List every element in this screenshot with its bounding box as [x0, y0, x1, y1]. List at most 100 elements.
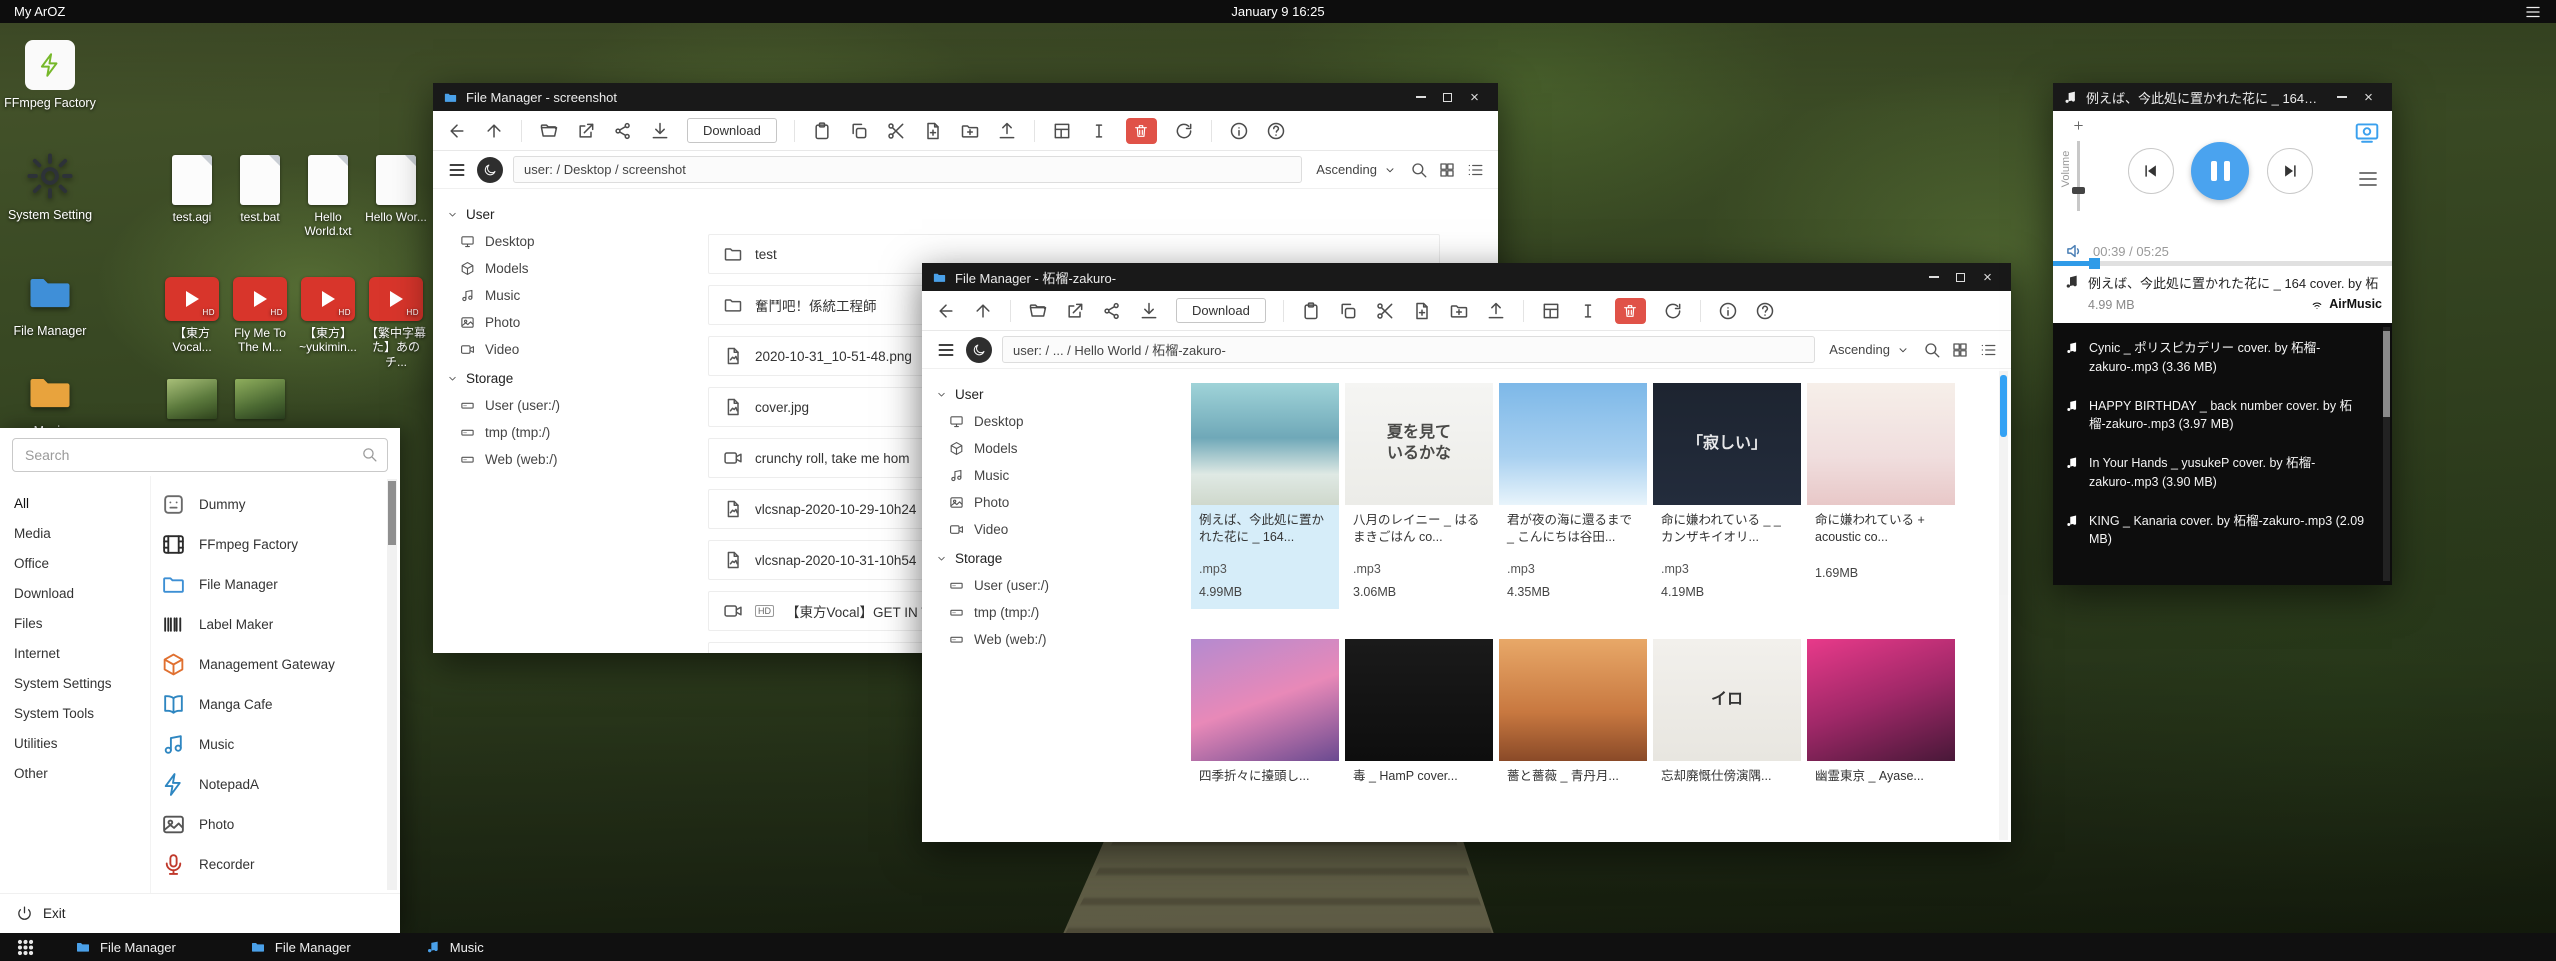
minimize-button[interactable] — [1407, 83, 1434, 111]
topbar-menu-icon[interactable] — [2524, 3, 2542, 21]
info-icon[interactable] — [1229, 121, 1249, 141]
up-button[interactable] — [484, 121, 504, 141]
category-item[interactable]: System Settings — [14, 668, 150, 698]
volume-up-button[interactable] — [2072, 119, 2085, 132]
upload-icon[interactable] — [997, 121, 1017, 141]
titlebar[interactable]: File Manager - 柘榴-zakuro- × — [922, 263, 2011, 291]
sidebar-item[interactable]: Music — [447, 282, 694, 309]
new-file-icon[interactable] — [923, 121, 943, 141]
rename-icon[interactable] — [1089, 121, 1109, 141]
sidebar-item[interactable]: Music — [936, 462, 1183, 489]
close-button[interactable]: × — [1461, 83, 1488, 111]
refresh-icon[interactable] — [1663, 301, 1683, 321]
playlist-scrollbar[interactable] — [2383, 327, 2390, 581]
copy-icon[interactable] — [849, 121, 869, 141]
refresh-icon[interactable] — [1174, 121, 1194, 141]
file-tile[interactable]: 四季折々に擡頭し... — [1191, 639, 1339, 823]
sidebar-item[interactable]: User (user:/) — [936, 572, 1183, 599]
desktop-video-file[interactable]: HD 【東方Vocal... — [160, 277, 224, 369]
app-item[interactable]: NotepadA — [161, 764, 386, 804]
paste-icon[interactable] — [1301, 301, 1321, 321]
breadcrumb[interactable]: user: / Desktop / screenshot — [513, 156, 1302, 183]
desktop-media-file[interactable] — [228, 379, 292, 419]
sidebar-section-user[interactable]: User — [936, 387, 1183, 402]
desktop-media-file[interactable] — [160, 379, 224, 419]
theme-toggle-button[interactable] — [966, 337, 992, 363]
titlebar[interactable]: File Manager - screenshot × — [433, 83, 1498, 111]
sort-dropdown[interactable]: Ascending — [1825, 342, 1913, 357]
sidebar-item[interactable]: User (user:/) — [447, 392, 694, 419]
exit-button[interactable]: Exit — [0, 893, 400, 933]
properties-icon[interactable] — [1052, 121, 1072, 141]
category-item[interactable]: Internet — [14, 638, 150, 668]
app-item[interactable]: Photo — [161, 804, 386, 844]
maximize-button[interactable] — [1434, 83, 1461, 111]
player-menu-button[interactable] — [2356, 167, 2380, 191]
app-item[interactable]: Recorder — [161, 844, 386, 884]
info-icon[interactable] — [1718, 301, 1738, 321]
desktop-video-file[interactable]: HD Fly Me To The M... — [228, 277, 292, 369]
file-tile[interactable]: 毒 _ HamP cover... — [1345, 639, 1493, 823]
grid-scrollbar[interactable] — [1999, 371, 2008, 840]
sidebar-item[interactable]: tmp (tmp:/) — [447, 419, 694, 446]
grid-view-icon[interactable] — [1438, 161, 1456, 179]
rename-icon[interactable] — [1578, 301, 1598, 321]
sidebar-section-storage[interactable]: Storage — [447, 371, 694, 386]
next-button[interactable] — [2267, 148, 2313, 194]
desktop-media-file[interactable] — [296, 379, 360, 419]
desktop-shortcut-ffmpeg[interactable]: FFmpeg Factory — [3, 40, 97, 112]
category-item[interactable]: Utilities — [14, 728, 150, 758]
file-tile[interactable]: 夏を見て いるかな 八月のレイニー _ はるまきごはん co... .mp3 3… — [1345, 383, 1493, 609]
category-item[interactable]: Office — [14, 548, 150, 578]
sidebar-item[interactable]: Photo — [447, 309, 694, 336]
sidebar-item[interactable]: Desktop — [936, 408, 1183, 435]
category-item[interactable]: Other — [14, 758, 150, 788]
new-folder-icon[interactable] — [960, 121, 980, 141]
sidebar-item[interactable]: Web (web:/) — [936, 626, 1183, 653]
desktop-video-file[interactable]: HD 【繁中字幕た】あのチ... — [364, 277, 428, 369]
sidebar-toggle-icon[interactable] — [447, 160, 467, 180]
taskbar-task[interactable]: File Manager — [61, 933, 190, 961]
download-button[interactable]: Download — [687, 118, 777, 143]
app-item[interactable]: Management Gateway — [161, 644, 386, 684]
category-item[interactable]: Media — [14, 518, 150, 548]
open-icon[interactable] — [539, 121, 559, 141]
app-item[interactable]: System Setting — [161, 884, 386, 893]
app-item[interactable]: File Manager — [161, 564, 386, 604]
pause-button[interactable] — [2191, 142, 2249, 200]
share-icon[interactable] — [613, 121, 633, 141]
category-item[interactable]: System Tools — [14, 698, 150, 728]
search-input[interactable] — [12, 438, 388, 472]
sidebar-item[interactable]: Desktop — [447, 228, 694, 255]
search-icon[interactable] — [1410, 161, 1428, 179]
file-tile[interactable]: 例えば、今此処に置かれた花に _ 164... .mp3 4.99MB — [1191, 383, 1339, 609]
open-in-new-icon[interactable] — [576, 121, 596, 141]
seek-bar[interactable] — [2053, 261, 2392, 266]
search-icon[interactable] — [1923, 341, 1941, 359]
back-button[interactable] — [447, 121, 467, 141]
previous-button[interactable] — [2128, 148, 2174, 194]
sidebar-item[interactable]: Models — [936, 435, 1183, 462]
brand-label[interactable]: My ArOZ — [14, 4, 65, 19]
open-in-new-icon[interactable] — [1065, 301, 1085, 321]
list-view-icon[interactable] — [1466, 161, 1484, 179]
new-file-icon[interactable] — [1412, 301, 1432, 321]
playlist-item[interactable]: HAPPY BIRTHDAY _ back number cover. by 柘… — [2053, 387, 2392, 445]
close-button[interactable]: × — [2355, 83, 2382, 111]
maximize-button[interactable] — [1947, 263, 1974, 291]
properties-icon[interactable] — [1541, 301, 1561, 321]
category-item[interactable]: Files — [14, 608, 150, 638]
sidebar-item[interactable]: Video — [447, 336, 694, 363]
cut-icon[interactable] — [886, 121, 906, 141]
cast-button[interactable] — [2354, 119, 2380, 145]
file-tile[interactable]: 君が夜の海に還るまで _ こんにちは谷田... .mp3 4.35MB — [1499, 383, 1647, 609]
sidebar-item[interactable]: tmp (tmp:/) — [936, 599, 1183, 626]
category-item[interactable]: All — [14, 488, 150, 518]
playlist-item[interactable]: KING _ Kanaria cover. by 柘榴-zakuro-.mp3 … — [2053, 502, 2392, 560]
desktop-video-file[interactable]: HD 【東方】~yukimin... — [296, 277, 360, 369]
app-item[interactable]: Label Maker — [161, 604, 386, 644]
app-item[interactable]: Music — [161, 724, 386, 764]
file-tile[interactable]: 「寂しい」 命に嫌われている _ _ カンザキイオリ... .mp3 4.19M… — [1653, 383, 1801, 609]
open-icon[interactable] — [1028, 301, 1048, 321]
upload-icon[interactable] — [1486, 301, 1506, 321]
